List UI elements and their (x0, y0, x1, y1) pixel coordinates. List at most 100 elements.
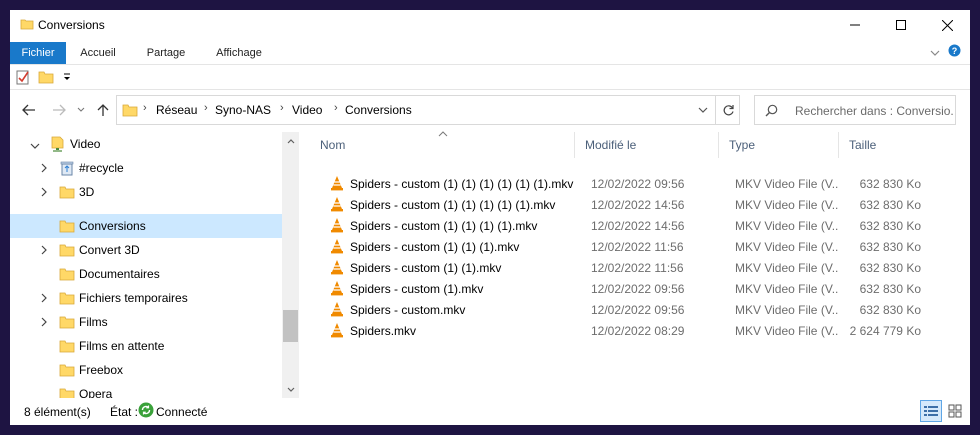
tree-item-opera[interactable]: Opera (10, 382, 282, 398)
maximize-button[interactable] (878, 10, 924, 40)
item-count: 8 élément(s) (24, 405, 91, 419)
column-header-type[interactable]: Type (719, 132, 839, 158)
search-box[interactable]: Rechercher dans : Conversio... (754, 95, 956, 125)
tree-item-label: Freebox (79, 363, 124, 377)
tree-item-films-en-attente[interactable]: Films en attente (10, 334, 282, 358)
close-button[interactable] (924, 10, 970, 40)
chevron-right-icon[interactable]: › (204, 102, 208, 114)
back-button[interactable] (18, 98, 40, 122)
customize-toolbar-icon[interactable] (62, 71, 72, 85)
breadcrumb-conversions[interactable]: Conversions (345, 103, 412, 117)
file-row[interactable]: Spiders - custom.mkv 12/02/2022 09:56 MK… (310, 299, 922, 320)
sync-status-icon (138, 402, 154, 421)
ribbon-tabs: Fichier Accueil Partage Affichage ? (10, 40, 970, 64)
details-view-button[interactable] (920, 400, 942, 422)
status-bar: 8 élément(s) État : Connecté (10, 400, 970, 425)
recent-locations-button[interactable] (70, 98, 92, 122)
file-type: MKV Video File (V... (735, 177, 839, 191)
forward-button[interactable] (48, 98, 70, 122)
ribbon-expand-icon[interactable] (930, 46, 940, 60)
scroll-down-icon[interactable] (282, 381, 299, 398)
file-list: Nom Modifié le Type Taille Spiders - cus… (310, 130, 962, 400)
tree-item-documentaires[interactable]: Documentaires (10, 262, 282, 286)
file-row[interactable]: Spiders - custom (1) (1) (1) (1).mkv 12/… (310, 215, 922, 236)
file-row[interactable]: Spiders - custom (1).mkv 12/02/2022 09:5… (310, 278, 922, 299)
file-date: 12/02/2022 09:56 (591, 303, 685, 317)
tab-affichage[interactable]: Affichage (204, 42, 274, 64)
breadcrumb-video[interactable]: Video (292, 103, 322, 117)
minimize-button[interactable] (832, 10, 878, 40)
tree-item-freebox[interactable]: Freebox (10, 358, 282, 382)
tree-item-3d[interactable]: 3D (10, 180, 282, 204)
up-button[interactable] (92, 98, 114, 122)
scrollbar-thumb[interactable] (283, 310, 298, 342)
folder-icon (122, 102, 138, 121)
large-icons-view-button[interactable] (944, 400, 966, 422)
file-row[interactable]: Spiders - custom (1) (1) (1) (1) (1) (1)… (310, 173, 922, 194)
tree-item-label: Convert 3D (79, 243, 140, 257)
chevron-right-icon[interactable] (40, 292, 48, 306)
breadcrumb-syno-nas[interactable]: Syno-NAS (215, 103, 271, 117)
connection-status: Connecté (156, 405, 208, 419)
file-size: 632 830 Ko (859, 282, 921, 296)
folder-icon (59, 290, 75, 309)
folder-icon (20, 17, 34, 34)
file-row[interactable]: Spiders - custom (1) (1) (1).mkv 12/02/2… (310, 236, 922, 257)
file-name: Spiders - custom (1) (1).mkv (350, 261, 502, 275)
file-size: 632 830 Ko (859, 261, 921, 275)
tab-accueil[interactable]: Accueil (70, 42, 126, 64)
tree-item-label: Films (79, 315, 108, 329)
file-date: 12/02/2022 09:56 (591, 177, 685, 191)
column-header-name[interactable]: Nom (310, 132, 575, 158)
file-type: MKV Video File (V... (735, 324, 839, 338)
refresh-button[interactable] (715, 96, 741, 124)
navigation-pane: Video #recycle 3D Conversions Convert 3D… (10, 132, 298, 398)
file-row[interactable]: Spiders - custom (1) (1).mkv 12/02/2022 … (310, 257, 922, 278)
chevron-right-icon[interactable]: › (280, 102, 284, 114)
chevron-right-icon[interactable]: › (143, 102, 147, 114)
chevron-right-icon[interactable] (40, 316, 48, 330)
breadcrumb-reseau[interactable]: Réseau (156, 103, 197, 117)
file-row[interactable]: Spiders - custom (1) (1) (1) (1) (1).mkv… (310, 194, 922, 215)
address-history-icon[interactable] (693, 101, 713, 119)
tree-item-label: 3D (79, 185, 95, 199)
tree-item-label: Fichiers temporaires (79, 291, 188, 305)
tree-item-convert-3d[interactable]: Convert 3D (10, 238, 282, 262)
column-header-date[interactable]: Modifié le (575, 132, 719, 158)
chevron-down-icon[interactable] (30, 139, 40, 153)
address-bar[interactable]: › Réseau › Syno-NAS › Video › Conversion… (116, 95, 740, 125)
tree-item-films[interactable]: Films (10, 310, 282, 334)
tree-item-recycle[interactable]: #recycle (10, 156, 282, 180)
file-size: 632 830 Ko (859, 219, 921, 233)
tab-partage[interactable]: Partage (136, 42, 196, 64)
properties-icon[interactable] (16, 69, 30, 88)
file-row[interactable]: Spiders.mkv 12/02/2022 08:29 MKV Video F… (310, 320, 922, 341)
column-header-size[interactable]: Taille (839, 132, 921, 158)
file-name: Spiders - custom (1) (1) (1) (1).mkv (350, 219, 538, 233)
file-size: 632 830 Ko (859, 177, 921, 191)
search-input[interactable]: Rechercher dans : Conversio... (795, 104, 953, 118)
title-bar: Conversions (10, 10, 970, 40)
tree-item-video[interactable]: Video (10, 132, 282, 156)
new-folder-icon[interactable] (38, 69, 54, 88)
vlc-file-icon (330, 322, 344, 341)
navigation-scrollbar[interactable] (282, 132, 299, 398)
explorer-window: Conversions Fichier Accueil Partage Affi… (10, 10, 970, 425)
help-icon[interactable]: ? (948, 44, 961, 60)
search-icon (765, 104, 778, 120)
tab-fichier[interactable]: Fichier (10, 42, 66, 64)
chevron-right-icon[interactable] (40, 244, 48, 258)
tree-item-conversions[interactable]: Conversions (10, 214, 282, 238)
scroll-up-icon[interactable] (282, 132, 299, 149)
window-title: Conversions (38, 18, 105, 32)
file-type: MKV Video File (V... (735, 303, 839, 317)
chevron-right-icon[interactable] (40, 186, 48, 200)
tree-item-fichiers-temporaires[interactable]: Fichiers temporaires (10, 286, 282, 310)
chevron-right-icon[interactable]: › (334, 102, 338, 114)
tree-item-label: #recycle (79, 161, 124, 175)
folder-icon (59, 314, 75, 333)
chevron-right-icon[interactable] (40, 162, 48, 176)
file-date: 12/02/2022 14:56 (591, 198, 685, 212)
file-type: MKV Video File (V... (735, 219, 839, 233)
quick-access-toolbar (10, 64, 970, 90)
